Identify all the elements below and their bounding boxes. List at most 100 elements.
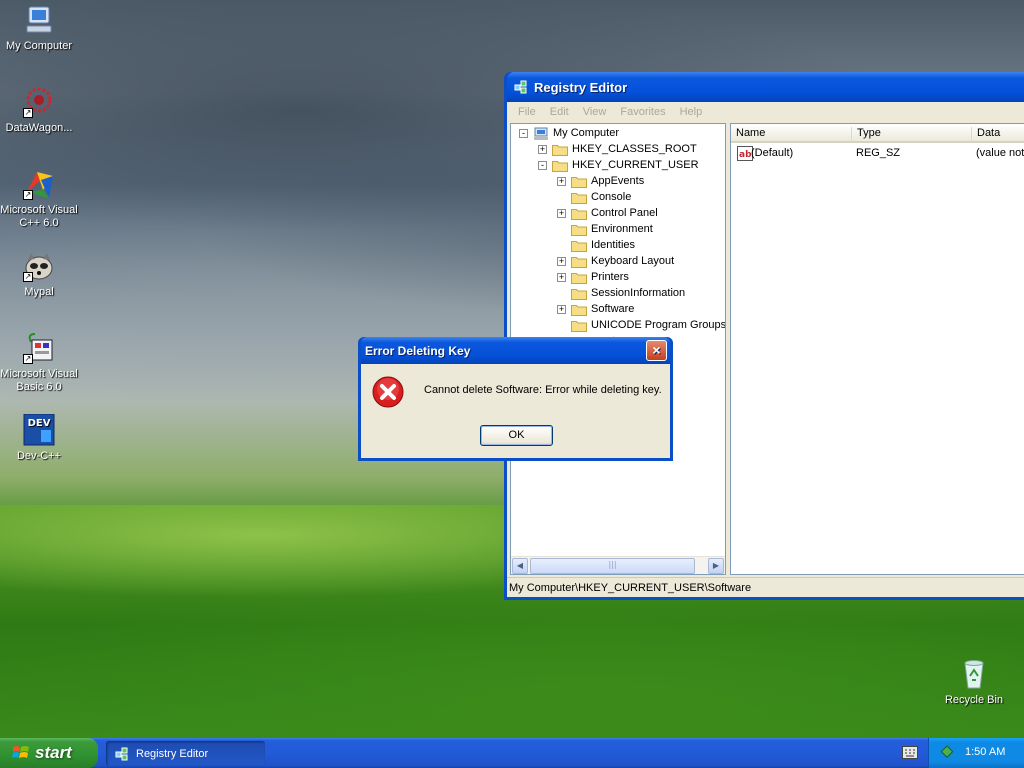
system-tray: 1:50 AM (928, 738, 1024, 768)
shortcut-arrow-icon: ↗ (23, 108, 33, 118)
tree-node[interactable]: UNICODE Program Groups (557, 317, 725, 333)
scroll-thumb[interactable]: ||| (530, 558, 695, 574)
tree-node-label: My Computer (553, 127, 620, 139)
desktop-icon-visual-basic[interactable]: ↗ Microsoft Visual Basic 6.0 (0, 332, 78, 394)
dialog-body: Cannot delete Software: Error while dele… (361, 364, 670, 458)
tree-node-label: Control Panel (591, 207, 658, 219)
desktop-icon-label: My Computer (5, 40, 73, 52)
tree-node[interactable]: + Keyboard Layout (557, 253, 674, 269)
folder-icon (571, 320, 587, 332)
folder-icon (571, 224, 587, 236)
folder-icon (571, 256, 587, 268)
tree-node[interactable]: - My Computer (519, 125, 619, 141)
desktop-icon-visual-cpp[interactable]: ↗ Microsoft Visual C++ 6.0 (0, 168, 78, 230)
scroll-left-button[interactable]: ◀ (512, 558, 528, 574)
tree-node-label: Environment (591, 223, 653, 235)
clock[interactable]: 1:50 AM (965, 746, 1005, 758)
tree-node-label: Printers (591, 271, 629, 283)
folder-icon (571, 192, 587, 204)
tree-node[interactable]: Console (557, 189, 631, 205)
taskbar: start Registry Editor 1:50 AM (0, 738, 1024, 768)
expand-icon[interactable]: + (557, 304, 566, 314)
menu-edit[interactable]: Edit (543, 106, 576, 118)
tree-horizontal-scrollbar[interactable]: ◀ ||| ▶ (511, 556, 725, 574)
expand-icon[interactable]: + (557, 176, 566, 186)
desktop-icon-label: Mypal (24, 286, 54, 298)
tree-node-label: Keyboard Layout (591, 255, 675, 267)
tree-node[interactable]: + Software (557, 301, 634, 317)
folder-icon (571, 208, 587, 220)
keyboard-icon[interactable] (902, 746, 918, 759)
expand-icon[interactable]: + (538, 144, 547, 154)
dialog-message: Cannot delete Software: Error while dele… (424, 384, 662, 396)
folder-icon (571, 304, 587, 316)
desktop-icon-my-computer[interactable]: My Computer (0, 4, 78, 53)
collapse-icon[interactable]: - (519, 128, 528, 138)
desktop-icon-label: Dev-C++ (16, 450, 62, 462)
error-dialog: Error Deleting Key × Cannot delete Softw… (358, 337, 673, 461)
tree-node[interactable]: + HKEY_CLASSES_ROOT (538, 141, 697, 157)
folder-icon (571, 240, 587, 252)
window-title: Registry Editor (534, 79, 628, 95)
shortcut-arrow-icon: ↗ (23, 272, 33, 282)
start-label: start (35, 743, 72, 762)
column-header-type[interactable]: Type (851, 127, 971, 143)
expand-icon[interactable]: + (557, 256, 566, 266)
folder-icon (571, 288, 587, 300)
shortcut-arrow-icon: ↗ (23, 354, 33, 364)
tree-node[interactable]: + Printers (557, 269, 629, 285)
windows-logo-icon (12, 746, 29, 758)
desktop-icon-datawagon[interactable]: ↗ DataWagon... (0, 86, 78, 135)
tree-node[interactable]: Identities (557, 237, 635, 253)
tree-node[interactable]: SessionInformation (557, 285, 685, 301)
desktop-icon-dev-cpp[interactable]: DEV Dev-C++ (0, 413, 78, 463)
menu-file[interactable]: File (511, 106, 543, 118)
tree-node[interactable]: Environment (557, 221, 653, 237)
tree-node[interactable]: + AppEvents (557, 173, 644, 189)
desktop-icon-recycle-bin[interactable]: Recycle Bin (935, 658, 1013, 707)
tree-node[interactable]: + Control Panel (557, 205, 658, 221)
safely-remove-hardware-icon[interactable] (939, 745, 955, 761)
folder-icon (571, 176, 587, 188)
value-name: (Default) (751, 147, 794, 159)
menu-favorites[interactable]: Favorites (613, 106, 672, 118)
collapse-icon[interactable]: - (538, 160, 547, 170)
menu-help[interactable]: Help (673, 106, 710, 118)
menu-bar: File Edit View Favorites Help (507, 102, 1024, 121)
column-header-name[interactable]: Name (731, 127, 851, 143)
scroll-right-button[interactable]: ▶ (708, 558, 724, 574)
list-row[interactable]: ab (Default) REG_SZ (value not (731, 146, 1024, 162)
taskbar-button-registry-editor[interactable]: Registry Editor (106, 741, 265, 766)
expand-icon[interactable]: + (557, 272, 566, 282)
list-header: Name Type Data (731, 124, 1024, 143)
close-button[interactable]: × (646, 340, 667, 361)
menu-view[interactable]: View (576, 106, 614, 118)
tree-node-label: Console (591, 191, 632, 203)
expand-icon[interactable]: + (557, 208, 566, 218)
folder-icon (552, 144, 568, 156)
ok-button[interactable]: OK (480, 425, 553, 446)
dialog-titlebar[interactable]: Error Deleting Key × (361, 337, 670, 364)
column-header-data[interactable]: Data (971, 127, 1024, 143)
desktop-icon-label: Recycle Bin (944, 694, 1004, 706)
tree-node-label: HKEY_CURRENT_USER (572, 159, 699, 171)
start-button[interactable]: start (0, 738, 98, 768)
registry-editor-icon (514, 80, 527, 94)
recycle-bin-icon (958, 658, 990, 690)
tree-node[interactable]: - HKEY_CURRENT_USER (538, 157, 699, 173)
folder-icon (552, 160, 568, 172)
desktop-icon-label: Microsoft Visual Basic 6.0 (0, 368, 78, 393)
status-bar: My Computer\HKEY_CURRENT_USER\Software (507, 577, 1024, 597)
desktop-icon-mypal[interactable]: ↗ Mypal (0, 250, 78, 299)
tree-node-label: UNICODE Program Groups (591, 319, 725, 331)
tree-node-label: Software (591, 303, 635, 315)
visual-basic-icon: ↗ (23, 332, 55, 364)
registry-editor-icon (115, 747, 128, 760)
tree-node-label: HKEY_CLASSES_ROOT (572, 143, 697, 155)
registry-titlebar[interactable]: Registry Editor (507, 72, 1024, 102)
desktop-icon-label: DataWagon... (5, 122, 73, 134)
datawagon-icon: ↗ (23, 86, 55, 118)
